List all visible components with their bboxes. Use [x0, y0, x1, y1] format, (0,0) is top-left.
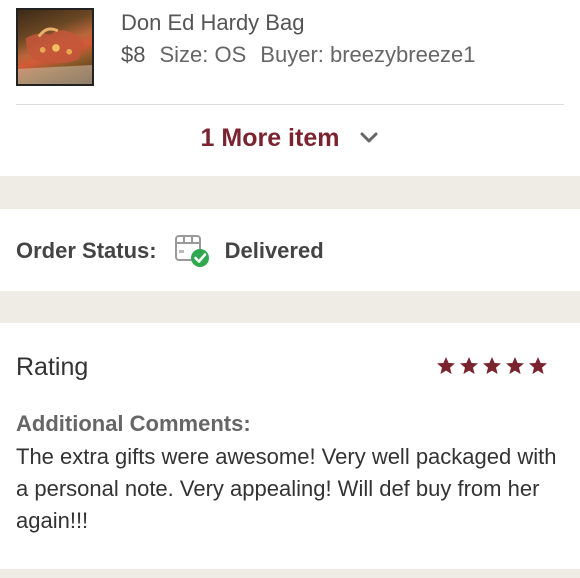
- item-thumbnail[interactable]: [16, 8, 94, 86]
- order-status-label: Order Status:: [16, 238, 157, 263]
- order-status-row: Order Status: Delivered: [16, 231, 324, 271]
- item-buyer: Buyer: breezybreeze1: [260, 42, 476, 67]
- comments-text: The extra gifts were awesome! Very well …: [16, 444, 557, 533]
- star-icon: [506, 357, 524, 374]
- star-icon: [529, 357, 547, 374]
- order-status-card: Order Status: Delivered: [0, 209, 580, 291]
- comments-label: Additional Comments:: [16, 411, 251, 436]
- star-rating: [436, 356, 548, 376]
- more-items-toggle[interactable]: 1 More item: [0, 120, 580, 156]
- rating-label: Rating: [16, 353, 89, 381]
- order-status-value: Delivered: [224, 238, 324, 263]
- star-icon: [460, 357, 478, 374]
- item-size: Size: OS: [159, 42, 247, 67]
- star-icon: [483, 357, 501, 374]
- item-card: Don Ed Hardy Bag $8 Size: OS Buyer: breezy…: [0, 0, 580, 176]
- divider: [16, 104, 564, 105]
- chevron-down-icon: [360, 132, 378, 143]
- bag-photo: [18, 27, 92, 84]
- more-items-label: 1 More item: [200, 123, 340, 152]
- item-price: $8: [121, 42, 146, 67]
- item-title[interactable]: Don Ed Hardy Bag: [121, 10, 304, 36]
- star-icon: [437, 357, 455, 374]
- rating-card: Rating Additional Comments: The extra gi…: [0, 323, 580, 569]
- delivered-box-icon: [174, 235, 209, 267]
- item-meta: $8 Size: OS Buyer: breezybreeze1: [121, 42, 476, 68]
